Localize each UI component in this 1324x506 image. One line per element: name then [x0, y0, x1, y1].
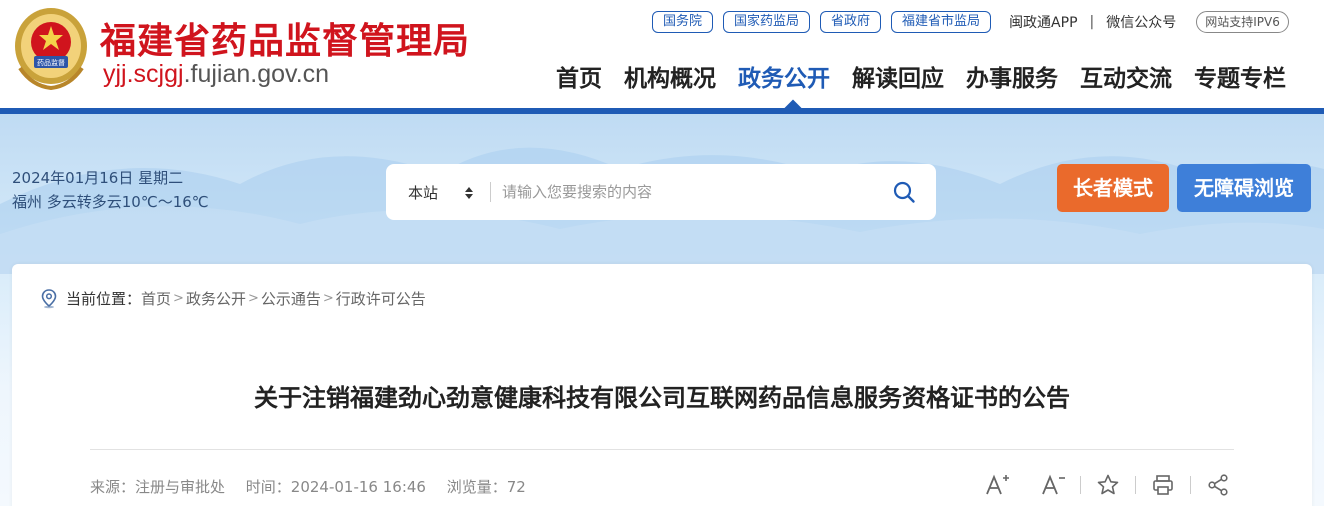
- wechat-link[interactable]: 微信公众号: [1106, 12, 1176, 32]
- app-link[interactable]: 闽政通APP: [1009, 12, 1077, 32]
- toplink-province-gov[interactable]: 省政府: [820, 11, 882, 33]
- nav-home[interactable]: 首页: [556, 62, 602, 96]
- elder-mode-button[interactable]: 长者模式: [1057, 164, 1169, 212]
- favorite-button[interactable]: [1095, 472, 1121, 498]
- article-title: 关于注销福建劲心劲意健康科技有限公司互联网药品信息服务资格证书的公告: [254, 384, 1070, 412]
- current-date: 2024年01月16日 星期二: [12, 169, 184, 187]
- font-increase-icon: [986, 474, 1009, 495]
- breadcrumb-notices[interactable]: 公示通告: [261, 288, 321, 309]
- breadcrumb-separator: >: [173, 291, 184, 306]
- search-separator: [490, 182, 491, 202]
- article-meta: 来源：注册与审批处 时间：2024-01-16 16:46 浏览量：72: [90, 476, 542, 497]
- share-icon: [1208, 474, 1228, 496]
- breadcrumb-gov-affairs[interactable]: 政务公开: [186, 288, 246, 309]
- emblem-icon[interactable]: 药品监督: [12, 6, 90, 92]
- accessible-browse-button[interactable]: 无障碍浏览: [1177, 164, 1311, 212]
- share-button[interactable]: [1205, 472, 1231, 498]
- site-header: 药品监督 福建省药品监督管理局 yjj.scjgj.fujian.gov.cn …: [0, 0, 1324, 108]
- main-nav: 首页 机构概况 政务公开 解读回应 办事服务 互动交流 专题专栏: [556, 62, 1286, 96]
- tool-separator: [1190, 476, 1191, 494]
- search-input[interactable]: [502, 178, 872, 206]
- font-decrease-icon: [1042, 474, 1065, 495]
- top-links: 国务院 国家药监局 省政府 福建省市监局 闽政通APP | 微信公众号 网站支持…: [652, 11, 1289, 33]
- toplink-state-council[interactable]: 国务院: [652, 11, 714, 33]
- article-card: 当前位置： 首页 > 政务公开 > 公示通告 > 行政许可公告 关于注销福建劲心…: [12, 264, 1312, 506]
- date-weather: 2024年01月16日 星期二 福州 多云转多云10℃～16℃: [12, 166, 209, 214]
- search-box: 本站: [386, 164, 936, 220]
- nav-gov-affairs[interactable]: 政务公开: [738, 62, 830, 96]
- nav-about[interactable]: 机构概况: [624, 62, 716, 96]
- article-source: 来源：注册与审批处: [90, 478, 226, 496]
- article-time: 时间：2024-01-16 16:46: [245, 478, 426, 496]
- font-decrease-button[interactable]: [1040, 472, 1066, 498]
- domain-red: yjj.scjgj: [103, 60, 184, 88]
- breadcrumb-permit-notices[interactable]: 行政许可公告: [336, 288, 426, 309]
- ipv6-badge: 网站支持IPV6: [1196, 11, 1289, 33]
- search-icon[interactable]: [892, 180, 916, 204]
- emblem-text: 药品监督: [37, 58, 65, 67]
- site-domain: yjj.scjgj.fujian.gov.cn: [103, 60, 329, 89]
- breadcrumb-separator: >: [322, 291, 334, 306]
- title-divider: [90, 449, 1234, 450]
- toplink-market-bureau[interactable]: 福建省市监局: [891, 11, 992, 33]
- print-button[interactable]: [1150, 472, 1176, 498]
- toplink-nmpa[interactable]: 国家药监局: [723, 11, 811, 33]
- tool-separator: [1135, 476, 1136, 494]
- nav-interaction[interactable]: 互动交流: [1080, 62, 1172, 96]
- nav-interpretation[interactable]: 解读回应: [852, 62, 944, 96]
- site-name[interactable]: 福建省药品监督管理局: [100, 12, 470, 64]
- weather-info: 福州 多云转多云10℃～16℃: [12, 193, 209, 211]
- breadcrumb-home[interactable]: 首页: [141, 288, 171, 309]
- article-tools: [984, 472, 1231, 498]
- star-icon: [1097, 474, 1119, 495]
- breadcrumb: 当前位置： 首页 > 政务公开 > 公示通告 > 行政许可公告: [40, 288, 426, 309]
- nav-topics[interactable]: 专题专栏: [1194, 62, 1286, 96]
- breadcrumb-label: 当前位置：: [66, 290, 142, 308]
- nav-services[interactable]: 办事服务: [966, 62, 1058, 96]
- article-views: 浏览量：72: [446, 478, 526, 496]
- domain-rest: .fujian.gov.cn: [183, 60, 330, 88]
- sort-arrows-icon[interactable]: [464, 184, 474, 202]
- location-pin-icon: [41, 288, 57, 308]
- breadcrumb-separator: >: [247, 291, 259, 306]
- tool-separator: [1080, 476, 1081, 494]
- font-increase-button[interactable]: [984, 472, 1010, 498]
- printer-icon: [1153, 475, 1173, 495]
- top-separator: |: [1089, 14, 1095, 30]
- search-scope-select[interactable]: 本站: [408, 182, 438, 203]
